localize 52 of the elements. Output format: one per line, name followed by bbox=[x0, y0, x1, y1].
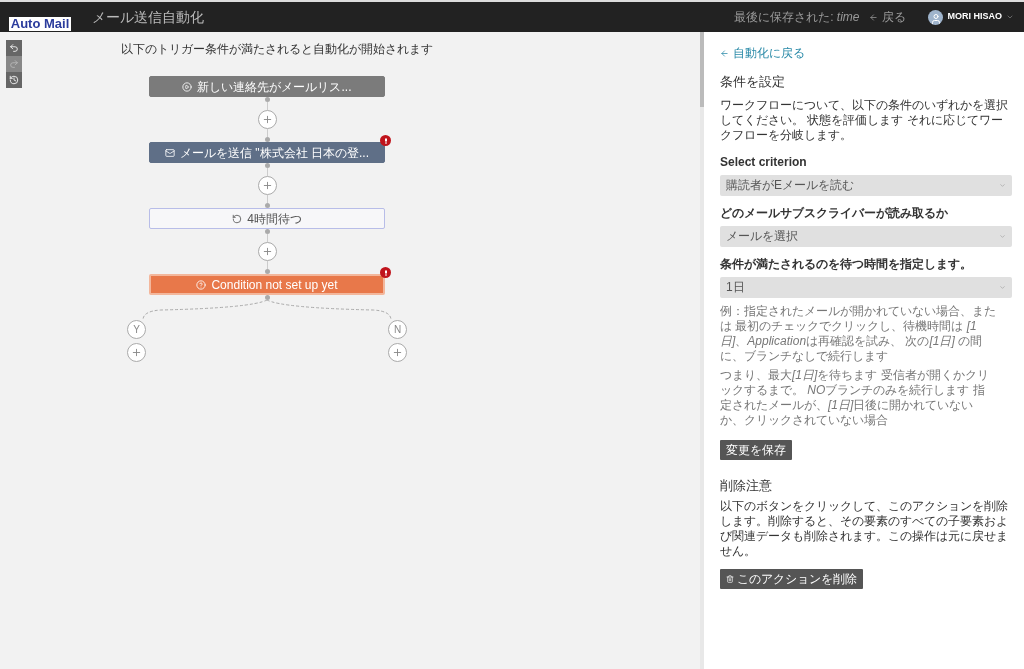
question-icon bbox=[196, 279, 207, 290]
save-button[interactable]: 変更を保存 bbox=[720, 439, 792, 460]
chevron-down-icon bbox=[999, 181, 1006, 189]
select-field[interactable]: 1日 bbox=[720, 276, 1012, 298]
logo: Auto Mail bbox=[8, 17, 72, 31]
add-step-button[interactable] bbox=[257, 110, 277, 129]
undo-icon bbox=[9, 43, 19, 53]
section-title: 削除注意 bbox=[720, 476, 773, 495]
add-step-button[interactable] bbox=[257, 176, 277, 195]
plus-icon bbox=[261, 114, 273, 125]
canvas-heading: 以下のトリガー条件が満たされると自動化が開始されます bbox=[121, 41, 433, 58]
branch-label: N bbox=[388, 320, 407, 339]
workflow-node[interactable]: 新しい連絡先がメールリス... bbox=[149, 76, 385, 97]
page-title: メール送信自動化 bbox=[92, 7, 204, 27]
add-step-button[interactable] bbox=[127, 343, 146, 362]
chevron-down-icon bbox=[999, 232, 1006, 240]
workflow-node[interactable]: メールを送信 "株式会社 日本の登... bbox=[149, 142, 385, 163]
field-label: 条件が満たされるのを待つ時間を指定します。 bbox=[720, 255, 973, 273]
chevron-down-icon bbox=[1006, 13, 1014, 21]
panel-description: ワークフローについて、以下の条件のいずれかを選択してください。 状態を評価します それに応じてワークフローを分岐します。 bbox=[720, 97, 1009, 143]
trash-icon bbox=[726, 575, 734, 583]
plus-icon bbox=[392, 347, 403, 358]
chevron-down-icon bbox=[999, 283, 1006, 291]
back-link[interactable]: 自動化に戻る bbox=[720, 44, 1012, 62]
arrow-left-icon bbox=[720, 48, 729, 58]
select-field[interactable]: 購読者がEメールを読む bbox=[720, 174, 1012, 196]
envelope-icon bbox=[165, 147, 176, 158]
plus-icon bbox=[261, 180, 273, 191]
back-button[interactable]: 戻る bbox=[869, 8, 907, 26]
history-icon bbox=[232, 213, 243, 224]
redo-icon bbox=[9, 59, 19, 69]
play-icon bbox=[182, 81, 193, 92]
help-text: つまり、最大[1日]を待ちます 受信者が開くかクリックするまで。 NOブランチのみを続行します 指定されたメールが、[1日]日後に開かれていないか、クリックされていない場合 bbox=[720, 367, 990, 428]
delete-button[interactable]: このアクションを削除 bbox=[720, 569, 863, 589]
field-label: Select criterion bbox=[720, 153, 808, 171]
history-icon bbox=[9, 75, 19, 85]
workflow-node[interactable]: 4時間待つ bbox=[149, 208, 385, 229]
add-step-button[interactable] bbox=[257, 242, 277, 261]
field-label: どのメールサブスクライバーが読み取るか bbox=[720, 204, 949, 222]
last-saved-text: 最後に保存された: time bbox=[734, 9, 860, 26]
user-menu[interactable]: MORI HISAO bbox=[947, 10, 1014, 24]
arrow-left-icon bbox=[869, 12, 879, 22]
help-text: 例：指定されたメールが開かれていない場合、または 最初のチェックでクリックし、待機時間は [1日]、Applicationは再確認を試み、 次の[1日] の間に、ブランチなしで続行します bbox=[720, 303, 997, 364]
plus-icon bbox=[131, 347, 142, 358]
scrollbar-thumb[interactable] bbox=[700, 32, 704, 107]
add-step-button[interactable] bbox=[388, 343, 407, 362]
branch-label: Y bbox=[127, 320, 146, 339]
select-field[interactable]: メールを選択 bbox=[720, 225, 1012, 247]
panel-title: 条件を設定 bbox=[720, 73, 786, 91]
plus-icon bbox=[261, 246, 273, 257]
avatar-icon bbox=[928, 9, 944, 25]
delete-warning: 以下のボタンをクリックして、このアクションを削除します。削除すると、その要素のすべての子要素および関連データも削除されます。この操作は元に戻せません。 bbox=[720, 499, 1009, 559]
